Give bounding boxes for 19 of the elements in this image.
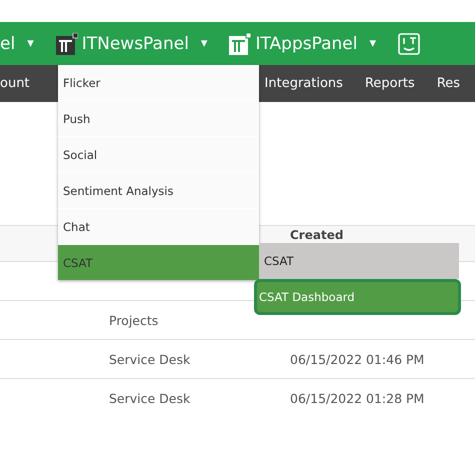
- nav-tab[interactable]: Integrations: [264, 76, 343, 91]
- nav-tab[interactable]: ount: [0, 76, 30, 91]
- table-cell-text: 06/15/2022 01:46 PM: [290, 352, 426, 366]
- table-cell-text: Service Desk: [109, 352, 192, 366]
- table-cell-text: Projects: [109, 312, 160, 328]
- column-header[interactable]: Created: [290, 226, 344, 242]
- logo-icon: [229, 32, 252, 54]
- smile-logo-icon: [398, 32, 420, 54]
- table-cell-text: Service Desk: [109, 390, 192, 406]
- menu-item[interactable]: Sentiment Analysis: [58, 173, 259, 209]
- logo-icon: [56, 32, 78, 54]
- table-cell-text: 06/15/2022 01:28 PM: [290, 390, 426, 406]
- nav-tab[interactable]: Reports: [364, 76, 415, 91]
- menu-item[interactable]: Flicker: [58, 65, 259, 101]
- nav-tab[interactable]: Res: [436, 76, 460, 91]
- menu-item[interactable]: Push: [58, 101, 259, 137]
- submenu-item[interactable]: CSAT: [259, 243, 459, 279]
- menu-item[interactable]: CSAT: [58, 245, 259, 280]
- menu-item[interactable]: Social: [58, 137, 259, 173]
